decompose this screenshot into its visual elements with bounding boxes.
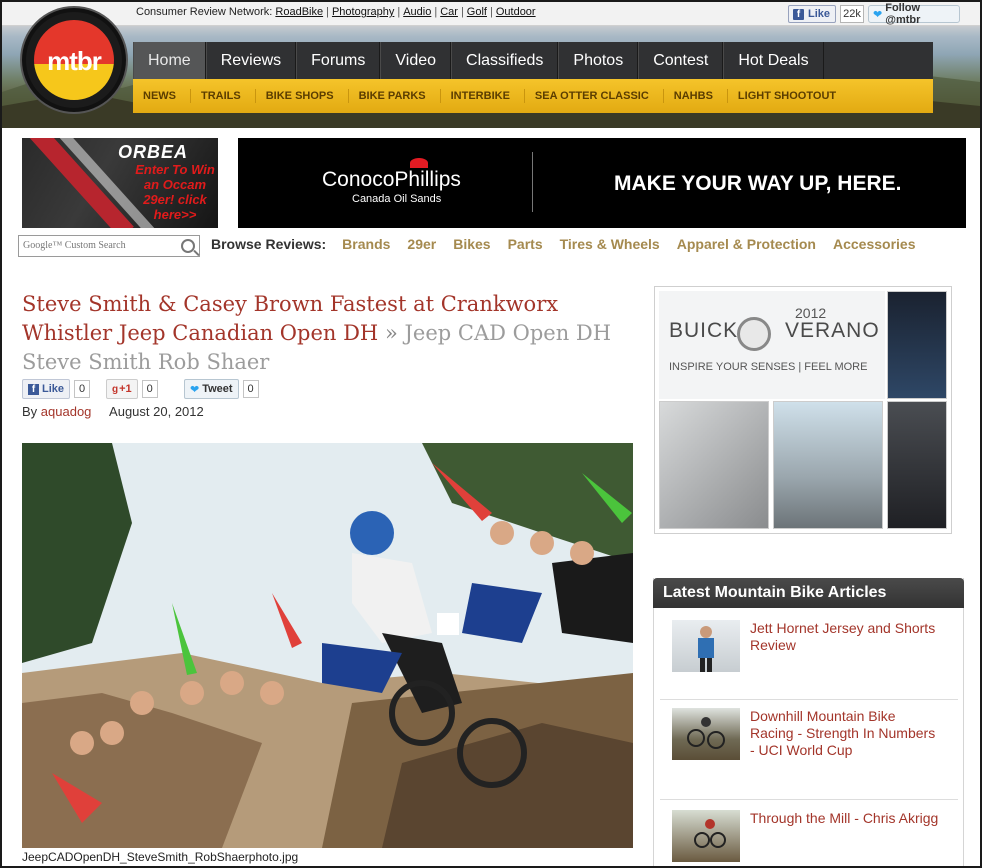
orbea-ad[interactable]: ORBEA Enter To Win an Occam 29er! click … [22, 138, 218, 228]
site-header: Consumer Review Network: RoadBike | Photog… [2, 2, 980, 128]
subnav-news[interactable]: NEWS [133, 89, 191, 103]
list-item[interactable]: Downhill Mountain Bike Racing - Strength… [660, 708, 958, 800]
browse-label: Browse Reviews: [211, 236, 327, 252]
buick-steering-tile [659, 401, 769, 529]
browse-brands[interactable]: Brands [342, 236, 390, 252]
browse-accessories[interactable]: Accessories [833, 236, 916, 252]
article-photo[interactable] [22, 443, 633, 848]
latest-articles-header: Latest Mountain Bike Articles [653, 578, 964, 608]
article-thumbnail[interactable] [672, 708, 740, 760]
subnav-trails[interactable]: TRAILS [191, 89, 256, 103]
buick-make: BUICK [669, 319, 739, 342]
logo-text: mtbr [47, 46, 102, 76]
gplus-button[interactable]: g +1 [106, 379, 138, 399]
main-nav: Home Reviews Forums Video Classifieds Ph… [133, 42, 933, 79]
gplus-icon: g [112, 383, 119, 395]
nav-classifieds[interactable]: Classifieds [451, 42, 559, 79]
conocophillips-ad[interactable]: ConocoPhillips Canada Oil Sands MAKE YOU… [238, 138, 966, 228]
article-link[interactable]: Through the Mill - Chris Akrigg [750, 810, 940, 827]
subnav-bike-parks[interactable]: BIKE PARKS [349, 89, 441, 103]
conoco-sub: Canada Oil Sands [352, 193, 442, 205]
facebook-icon: f [793, 8, 804, 20]
latest-articles-widget: Latest Mountain Bike Articles Jett Horne… [653, 578, 964, 866]
network-link-car[interactable]: Car [440, 6, 458, 18]
article-thumbnail[interactable] [672, 810, 740, 862]
facebook-icon: f [28, 383, 39, 395]
buick-model: VERANO [785, 319, 880, 342]
orbea-cta: Enter To Win an Occam 29er! click here>> [135, 162, 215, 222]
twitter-bird-icon: ❤ [190, 383, 200, 396]
tweet-share: ❤ Tweet 0 [184, 379, 259, 399]
nav-forums[interactable]: Forums [296, 42, 381, 79]
downhill-rider-photo [22, 443, 633, 848]
subnav-light-shootout[interactable]: LIGHT SHOOTOUT [728, 89, 850, 103]
browse-tires-wheels[interactable]: Tires & Wheels [560, 236, 660, 252]
tweet-count: 0 [242, 380, 259, 398]
article-thumbnail[interactable] [672, 620, 740, 672]
buick-console-tile [887, 401, 947, 529]
twitter-bird-icon: ❤ [873, 8, 883, 21]
browse-parts[interactable]: Parts [508, 236, 543, 252]
buick-tagline: INSPIRE YOUR SENSES | FEEL MORE [669, 361, 868, 373]
buick-dashboard-tile [887, 291, 947, 399]
photo-caption: JeepCADOpenDH_SteveSmith_RobShaerphoto.j… [22, 850, 299, 864]
subnav-bike-shops[interactable]: BIKE SHOPS [256, 89, 349, 103]
search-input[interactable]: Google™ Custom Search [18, 235, 200, 257]
gplus-share: g +1 0 [106, 379, 158, 399]
network-link-audio[interactable]: Audio [403, 6, 431, 18]
browser-page: Consumer Review Network: RoadBike | Photog… [0, 0, 982, 868]
gplus-count: 0 [141, 380, 158, 398]
browse-29er[interactable]: 29er [407, 236, 436, 252]
network-link-outdoor[interactable]: Outdoor [496, 6, 536, 18]
list-item[interactable]: Through the Mill - Chris Akrigg [660, 810, 958, 866]
conoco-slogan: MAKE YOUR WAY UP, HERE. [614, 172, 902, 195]
buick-car-tile [773, 401, 883, 529]
network-strip: Consumer Review Network: RoadBike | Photog… [2, 2, 980, 26]
network-link-roadbike[interactable]: RoadBike [275, 6, 323, 18]
byline: By aquadog August 20, 2012 [22, 404, 204, 419]
article-link[interactable]: Jett Hornet Jersey and Shorts Review [750, 620, 940, 654]
twitter-follow-button[interactable]: ❤ Follow @mtbr [868, 2, 960, 26]
nav-contest[interactable]: Contest [638, 42, 724, 79]
subnav-sea-otter-classic[interactable]: SEA OTTER CLASSIC [525, 89, 664, 103]
conoco-logo-mark [410, 158, 428, 168]
nav-hot-deals[interactable]: Hot Deals [723, 42, 824, 79]
facebook-like-button[interactable]: f Like [788, 5, 836, 23]
search-icon[interactable] [181, 239, 195, 253]
sub-nav: NEWS TRAILS BIKE SHOPS BIKE PARKS INTERB… [133, 79, 933, 113]
nav-video[interactable]: Video [380, 42, 452, 79]
facebook-like-count: 22k [840, 5, 864, 23]
list-item[interactable]: Jett Hornet Jersey and Shorts Review [660, 620, 958, 700]
network-label: Consumer Review Network: [136, 6, 273, 18]
nav-photos[interactable]: Photos [558, 42, 639, 79]
nav-reviews[interactable]: Reviews [205, 42, 297, 79]
browse-reviews-bar: Browse Reviews: Brands 29er Bikes Parts … [211, 236, 933, 252]
facebook-share: f Like 0 [22, 379, 91, 399]
orbea-brand: ORBEA [118, 142, 189, 162]
browse-bikes[interactable]: Bikes [453, 236, 490, 252]
article-title: Steve Smith & Casey Brown Fastest at Cra… [22, 292, 612, 374]
subnav-nahbs[interactable]: NAHBS [664, 89, 728, 103]
facebook-like-share-button[interactable]: f Like [22, 379, 71, 399]
author-link[interactable]: aquadog [41, 404, 92, 419]
network-link-golf[interactable]: Golf [467, 6, 487, 18]
conoco-brand: ConocoPhillips [322, 168, 461, 191]
tweet-button[interactable]: ❤ Tweet [184, 379, 239, 399]
subnav-interbike[interactable]: INTERBIKE [441, 89, 525, 103]
buick-crest-icon [737, 317, 771, 351]
browse-apparel-protection[interactable]: Apparel & Protection [677, 236, 816, 252]
article-link[interactable]: Downhill Mountain Bike Racing - Strength… [750, 708, 940, 759]
article-date: August 20, 2012 [109, 404, 204, 419]
buick-ad[interactable]: 2012 BUICK VERANO INSPIRE YOUR SENSES | … [654, 286, 952, 534]
mtbr-logo[interactable]: mtbr [22, 8, 126, 112]
nav-home[interactable]: Home [133, 42, 206, 79]
network-links: Consumer Review Network: RoadBike | Photog… [136, 6, 536, 18]
facebook-share-count: 0 [74, 380, 91, 398]
network-link-photography[interactable]: Photography [332, 6, 394, 18]
